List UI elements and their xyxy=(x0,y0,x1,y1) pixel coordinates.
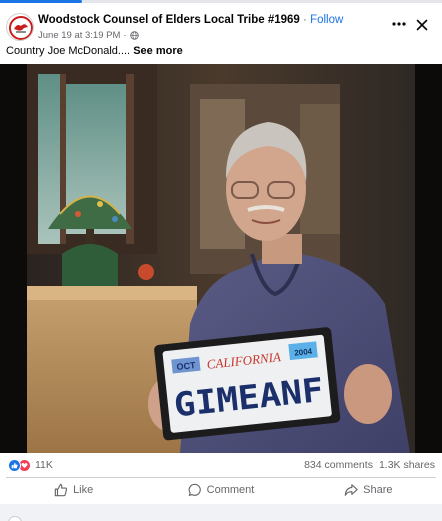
engagement-counts: 834 comments 1.3K shares xyxy=(304,459,435,471)
more-options-button[interactable] xyxy=(388,16,410,32)
post-photo[interactable]: OCT CALIFORNIA 2004 GIMEANF xyxy=(0,64,442,453)
reaction-count[interactable]: 11K xyxy=(35,459,53,471)
comment-label: Comment xyxy=(206,484,255,496)
page-name-link[interactable]: Woodstock Counsel of Elders Local Tribe … xyxy=(38,14,300,26)
post-actions: Like Comment Share xyxy=(0,478,442,502)
post-timestamp[interactable]: June 19 at 3:19 PM xyxy=(38,30,120,41)
like-label: Like xyxy=(73,484,94,496)
page-name-line: Woodstock Counsel of Elders Local Tribe … xyxy=(38,14,343,26)
reaction-icons[interactable] xyxy=(8,459,31,472)
next-post-area xyxy=(0,504,442,521)
share-label: Share xyxy=(363,484,393,496)
photo-illustration: OCT CALIFORNIA 2004 GIMEANF xyxy=(0,64,442,453)
comments-count[interactable]: 834 comments xyxy=(304,459,373,471)
close-icon xyxy=(416,19,428,31)
follow-button[interactable]: Follow xyxy=(310,14,343,26)
shares-count[interactable]: 1.3K shares xyxy=(379,459,435,471)
name-separator: · xyxy=(303,14,307,26)
reactions-bar: 11K 834 comments 1.3K shares xyxy=(0,453,442,477)
page-avatar[interactable] xyxy=(6,13,34,41)
caption-text: Country Joe McDonald.... xyxy=(6,45,131,57)
like-reaction-icon xyxy=(8,459,21,472)
thumbs-up-icon xyxy=(54,483,68,497)
see-more-link[interactable]: See more xyxy=(133,45,183,57)
meta-separator: · xyxy=(123,30,127,41)
comment-icon xyxy=(188,483,201,496)
post-meta: June 19 at 3:19 PM · xyxy=(38,30,139,41)
comment-button[interactable]: Comment xyxy=(147,478,294,502)
share-button[interactable]: Share xyxy=(295,478,442,502)
globe-icon[interactable] xyxy=(129,31,139,40)
top-tab-indicator xyxy=(0,0,442,3)
like-button[interactable]: Like xyxy=(0,478,147,502)
plate-year-sticker: 2004 xyxy=(294,347,313,358)
next-post-avatar xyxy=(8,516,22,521)
plate-month-sticker: OCT xyxy=(176,360,196,372)
post-header: Woodstock Counsel of Elders Local Tribe … xyxy=(0,6,442,44)
active-tab-underline xyxy=(0,0,82,3)
page-logo-icon xyxy=(8,15,33,40)
post-caption: Country Joe McDonald.... See more xyxy=(6,45,183,57)
more-dots-icon xyxy=(392,22,406,26)
share-icon xyxy=(344,484,358,496)
close-button[interactable] xyxy=(412,15,432,35)
